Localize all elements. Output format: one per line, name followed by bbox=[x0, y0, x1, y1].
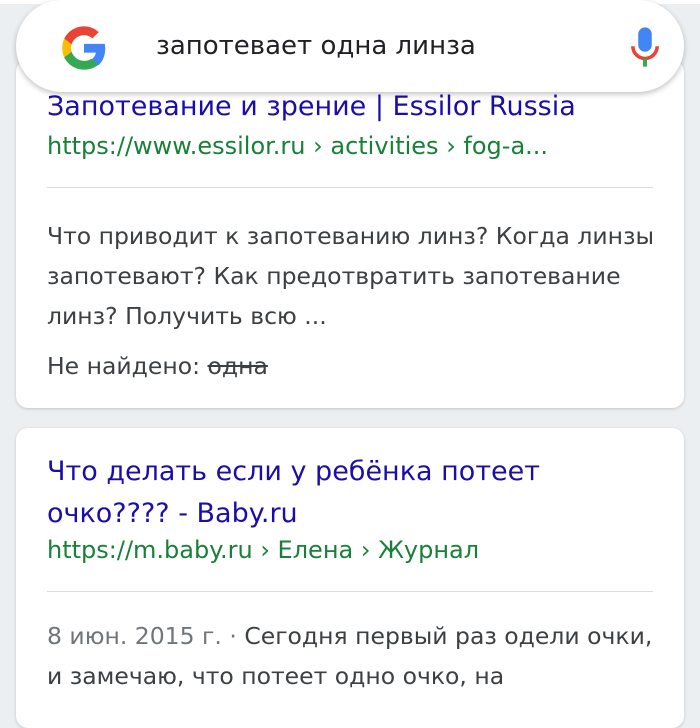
result-title-link[interactable]: Что делать если у ребёнка потеет очко???… bbox=[47, 451, 660, 535]
result-divider bbox=[47, 591, 653, 592]
search-input[interactable]: запотевает одна линза bbox=[156, 26, 476, 66]
result-snippet-block: 8 июн. 2015 г. · Сегодня первый раз одел… bbox=[47, 616, 660, 696]
result-url[interactable]: https://www.essilor.ru › activities › fo… bbox=[47, 130, 660, 162]
search-bar[interactable]: запотевает одна линза bbox=[16, 0, 684, 92]
microphone-icon[interactable] bbox=[628, 26, 662, 72]
result-date: 8 июн. 2015 г. bbox=[47, 622, 222, 650]
date-separator: · bbox=[229, 622, 237, 650]
search-result-card: Что делать если у ребёнка потеет очко???… bbox=[16, 428, 684, 728]
result-snippet: Что приводит к запотеванию линз? Когда л… bbox=[47, 222, 655, 330]
missing-terms-label: Не найдено: bbox=[47, 352, 201, 380]
missing-term: одна bbox=[207, 352, 268, 380]
search-result-card: Запотевание и зрение | Essilor Russia ht… bbox=[16, 60, 684, 408]
result-title-link[interactable]: Запотевание и зрение | Essilor Russia bbox=[47, 86, 660, 128]
google-g-icon[interactable] bbox=[58, 22, 110, 74]
missing-terms: Не найдено: одна bbox=[47, 350, 660, 382]
result-divider bbox=[47, 187, 653, 188]
result-url[interactable]: https://m.baby.ru › Елена › Журнал bbox=[47, 534, 660, 566]
